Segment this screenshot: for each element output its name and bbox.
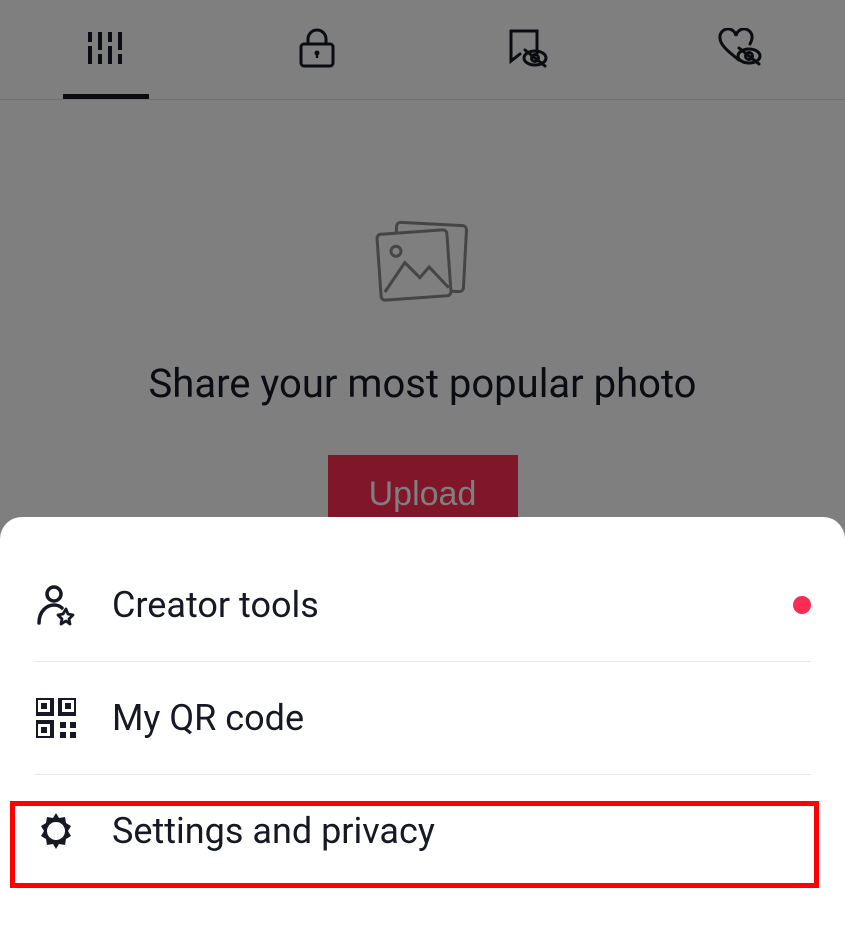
empty-state-title: Share your most popular photo <box>149 360 697 407</box>
lock-icon <box>299 28 335 72</box>
menu-item-settings-privacy[interactable]: Settings and privacy <box>0 775 845 887</box>
profile-tabs <box>0 0 845 100</box>
menu-item-creator-tools[interactable]: Creator tools <box>0 549 845 661</box>
menu-label: Settings and privacy <box>112 810 435 852</box>
notification-dot <box>793 596 811 614</box>
photo-placeholder-icon <box>373 220 473 310</box>
tab-grid[interactable] <box>0 0 211 99</box>
heart-hidden-icon <box>716 28 762 72</box>
options-bottom-sheet: Creator tools My QR code <box>0 517 845 933</box>
tab-private[interactable] <box>211 0 422 99</box>
tab-liked[interactable] <box>634 0 845 99</box>
creator-tools-icon <box>34 583 78 627</box>
empty-state: Share your most popular photo Upload <box>0 100 845 533</box>
menu-label: Creator tools <box>112 584 319 626</box>
tab-repost[interactable] <box>423 0 634 99</box>
grid-icon <box>88 32 124 68</box>
menu-item-qr-code[interactable]: My QR code <box>0 662 845 774</box>
settings-icon <box>34 810 78 852</box>
menu-label: My QR code <box>112 697 304 739</box>
qr-code-icon <box>34 698 78 738</box>
bookmark-hidden-icon <box>507 28 549 72</box>
